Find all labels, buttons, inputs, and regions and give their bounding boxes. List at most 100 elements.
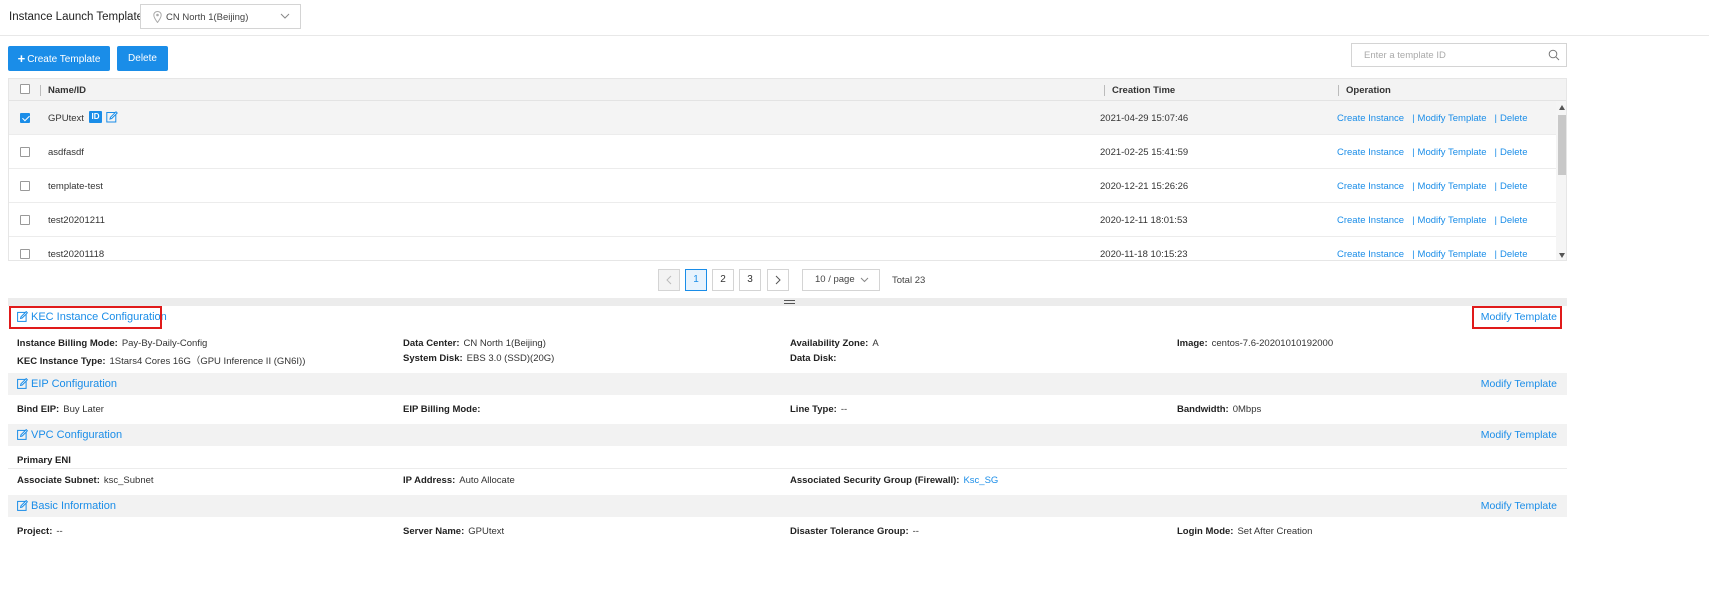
template-name: GPUtext — [48, 113, 84, 124]
login-mode-field: Login Mode: Set After Creation — [1177, 526, 1313, 537]
panel-splitter[interactable] — [8, 298, 1567, 306]
row-operations: Create Instance | Modify Template | Delete — [1337, 215, 1527, 226]
delete-button[interactable]: Delete — [117, 46, 168, 71]
modify-template-link[interactable]: Modify Template — [1418, 113, 1487, 124]
table-row[interactable]: asdfasdf 2021-02-25 15:41:59 Create Inst… — [9, 135, 1556, 169]
page-button-3[interactable]: 3 — [739, 269, 761, 291]
chevron-left-icon — [666, 275, 672, 285]
kec-section-header: KEC Instance Configuration Modify Templa… — [8, 306, 1567, 328]
table-row[interactable]: test20201118 2020-11-18 10:15:23 Create … — [9, 237, 1556, 260]
basic-section-title: Basic Information — [31, 500, 116, 512]
image-field: Image: centos-7.6-20201010192000 — [1177, 338, 1334, 349]
scroll-up-icon[interactable] — [1559, 105, 1565, 110]
region-selector[interactable]: CN North 1(Beijing) — [140, 4, 301, 29]
select-all-checkbox[interactable] — [20, 84, 30, 94]
delete-link[interactable]: Delete — [1500, 181, 1527, 192]
template-name: test20201118 — [48, 249, 105, 260]
template-name: test20201211 — [48, 215, 105, 226]
highlight-box — [1472, 306, 1562, 329]
id-badge-icon[interactable]: ID — [89, 111, 102, 123]
create-instance-link[interactable]: Create Instance — [1337, 113, 1404, 124]
billing-mode-field: Instance Billing Mode: Pay-By-Daily-Confi… — [17, 338, 208, 349]
primary-eni-label: Primary ENI — [17, 455, 71, 466]
creation-time: 2020-12-11 18:01:53 — [1100, 215, 1188, 226]
divider — [8, 468, 1567, 469]
bandwidth-field: Bandwidth: 0Mbps — [1177, 404, 1262, 415]
op-separator: | — [1412, 249, 1415, 260]
modify-template-link[interactable]: Modify Template — [1481, 500, 1557, 512]
security-group-field: Associated Security Group (Firewall): Ksc… — [790, 475, 999, 486]
row-checkbox[interactable] — [20, 113, 30, 123]
op-separator: | — [1494, 113, 1498, 124]
delete-link[interactable]: Delete — [1500, 113, 1527, 124]
template-name: asdfasdf — [48, 147, 84, 158]
availability-zone-field: Availability Zone: A — [790, 338, 879, 349]
template-search — [1351, 43, 1567, 67]
delete-link[interactable]: Delete — [1500, 215, 1527, 226]
search-input[interactable] — [1352, 44, 1542, 66]
security-group-link[interactable]: Ksc_SG — [963, 475, 998, 486]
page-button-1[interactable]: 1 — [685, 269, 707, 291]
page-title: Instance Launch Template — [9, 11, 144, 23]
edit-icon — [17, 378, 28, 389]
creation-time: 2021-04-29 15:07:46 — [1100, 113, 1189, 124]
row-operations: Create Instance | Modify Template | Delete — [1337, 113, 1527, 124]
op-separator: | — [1494, 249, 1498, 260]
region-value: CN North 1(Beijing) — [166, 12, 249, 23]
creation-time: 2020-11-18 10:15:23 — [1100, 249, 1188, 260]
op-separator: | — [1494, 215, 1498, 226]
create-template-label: Create Template — [27, 54, 101, 65]
create-instance-link[interactable]: Create Instance — [1337, 249, 1404, 260]
table-header: Name/ID Creation Time Operation — [9, 79, 1566, 101]
modify-template-link[interactable]: Modify Template — [1418, 181, 1487, 192]
search-icon[interactable] — [1548, 49, 1560, 61]
column-header-creation-time[interactable]: Creation Time — [1112, 85, 1175, 96]
disaster-tolerance-field: Disaster Tolerance Group: -- — [790, 526, 919, 537]
create-instance-link[interactable]: Create Instance — [1337, 215, 1404, 226]
page-size-select[interactable]: 10 / page — [802, 269, 880, 291]
modify-template-link[interactable]: Modify Template — [1481, 429, 1557, 441]
line-type-field: Line Type: -- — [790, 404, 848, 415]
delete-link[interactable]: Delete — [1500, 147, 1527, 158]
ip-address-field: IP Address: Auto Allocate — [403, 475, 515, 486]
scroll-down-icon[interactable] — [1559, 253, 1565, 258]
scrollbar-thumb[interactable] — [1558, 115, 1566, 175]
table-row[interactable]: test20201211 2020-12-11 18:01:53 Create … — [9, 203, 1556, 237]
row-checkbox[interactable] — [20, 147, 30, 157]
delete-link[interactable]: Delete — [1500, 249, 1527, 260]
chevron-down-icon — [280, 13, 290, 19]
vpc-section-title: VPC Configuration — [31, 429, 123, 441]
row-operations: Create Instance | Modify Template | Delete — [1337, 249, 1527, 260]
project-field: Project: -- — [17, 526, 63, 537]
modify-template-link[interactable]: Modify Template — [1418, 215, 1487, 226]
system-disk-field: System Disk: EBS 3.0 (SSD)(20G) — [403, 353, 555, 364]
column-separator — [1338, 85, 1339, 96]
drag-handle-icon[interactable] — [784, 300, 795, 304]
modify-template-link[interactable]: Modify Template — [1418, 147, 1487, 158]
modify-template-link[interactable]: Modify Template — [1418, 249, 1487, 260]
creation-time: 2020-12-21 15:26:26 — [1100, 181, 1189, 192]
total-count: Total 23 — [892, 275, 926, 286]
row-checkbox[interactable] — [20, 249, 30, 259]
page-button-2[interactable]: 2 — [712, 269, 734, 291]
page-size-value: 10 / page — [815, 274, 855, 285]
row-checkbox[interactable] — [20, 181, 30, 191]
table-row[interactable]: template-test 2020-12-21 15:26:26 Create… — [9, 169, 1556, 203]
row-checkbox[interactable] — [20, 215, 30, 225]
edit-icon[interactable] — [106, 111, 118, 123]
column-header-name[interactable]: Name/ID — [48, 85, 86, 96]
table-row[interactable]: GPUtext ID 2021-04-29 15:07:46 Create In… — [9, 101, 1556, 135]
data-disk-field: Data Disk: — [790, 353, 837, 364]
modify-template-link[interactable]: Modify Template — [1481, 378, 1557, 390]
create-instance-link[interactable]: Create Instance — [1337, 181, 1404, 192]
create-template-button[interactable]: + Create Template — [8, 46, 110, 71]
server-name-field: Server Name: GPUtext — [403, 526, 505, 537]
create-instance-link[interactable]: Create Instance — [1337, 147, 1404, 158]
table-scrollbar[interactable] — [1556, 101, 1566, 260]
op-separator: | — [1412, 147, 1415, 158]
next-page-button[interactable] — [767, 269, 789, 291]
op-separator: | — [1412, 181, 1415, 192]
column-separator — [1104, 85, 1105, 96]
eip-billing-mode-field: EIP Billing Mode: — [403, 404, 481, 415]
prev-page-button[interactable] — [658, 269, 680, 291]
